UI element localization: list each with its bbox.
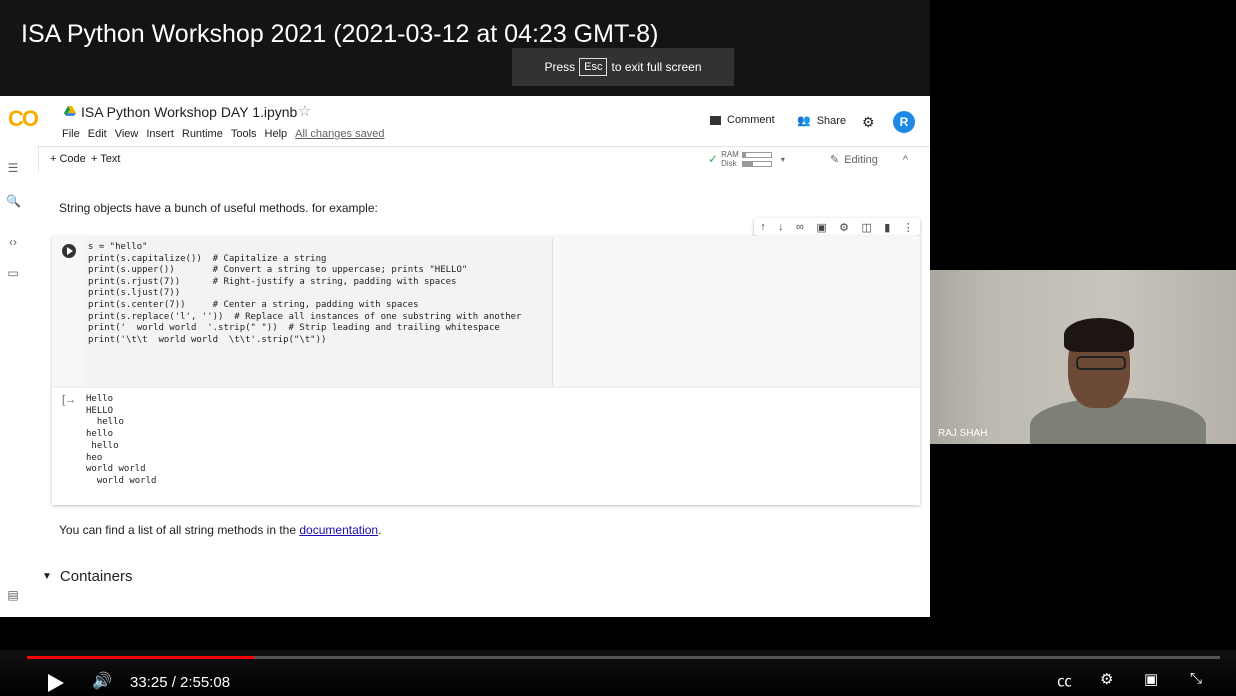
menu-file[interactable]: File <box>62 128 80 140</box>
section-collapse-icon[interactable]: ▼ <box>42 571 52 582</box>
doc-text-pre: You can find a list of all string method… <box>59 523 297 537</box>
speaker-glasses <box>1076 356 1126 370</box>
settings-gear-icon[interactable]: ⚙ <box>862 114 875 131</box>
delete-icon[interactable]: ▮ <box>884 221 890 234</box>
comment-cell-icon[interactable]: ▣ <box>816 221 826 234</box>
video-title: ISA Python Workshop 2021 (2021-03-12 at … <box>21 20 659 48</box>
dropdown-icon[interactable]: ▾ <box>781 155 785 164</box>
drive-icon <box>64 106 76 116</box>
cell-toolbar: ↑ ↓ ∞ ▣ ⚙ ◫ ▮ ⋮ <box>754 218 920 236</box>
play-icon[interactable] <box>48 674 64 692</box>
comment-icon <box>710 115 721 125</box>
add-text-button[interactable]: + Text <box>91 153 120 165</box>
people-icon: 👥 <box>797 115 811 127</box>
code-snippets-icon[interactable]: ‹› <box>6 235 20 249</box>
progress-fill <box>27 656 254 659</box>
avatar[interactable]: R <box>893 111 915 133</box>
volume-icon[interactable]: 🔊 <box>92 671 112 691</box>
editing-mode[interactable]: ✎ Editing ^ <box>830 153 908 167</box>
progress-bar[interactable] <box>27 656 1220 659</box>
ram-label: RAM <box>721 150 739 159</box>
menu-tools[interactable]: Tools <box>231 128 257 140</box>
fullscreen-tip: Press Esc to exit full screen <box>512 48 734 86</box>
output-text: Hello HELLO hello hello hello heo world … <box>86 394 157 486</box>
mirror-cell-icon[interactable]: ◫ <box>861 221 871 234</box>
cell-output: [→ Hello HELLO hello hello hello heo wor… <box>52 388 920 505</box>
colab-toolbar: + Code + Text ✓ RAM Disk ▾ ✎ Editing ^ <box>0 146 930 172</box>
disk-bar <box>741 160 772 167</box>
colab-window: CO ISA Python Workshop DAY 1.ipynb ☆ Fil… <box>0 96 930 617</box>
notebook-title[interactable]: ISA Python Workshop DAY 1.ipynb <box>81 104 297 120</box>
captions-icon[interactable]: ㏄ <box>1057 670 1072 691</box>
more-icon[interactable]: ⋮ <box>903 221 914 234</box>
files-icon[interactable]: ▭ <box>6 266 20 280</box>
check-icon: ✓ <box>708 152 719 166</box>
editing-label: Editing <box>844 153 878 166</box>
resources-indicator[interactable]: ✓ RAM Disk ▾ <box>708 150 785 168</box>
settings-icon[interactable]: ⚙ <box>1100 670 1113 688</box>
share-button[interactable]: 👥 Share <box>797 114 847 128</box>
fullscreen-tip-pre: Press <box>544 60 576 74</box>
terminal-icon[interactable]: ▤ <box>6 588 20 602</box>
toc-icon[interactable]: ☰ <box>6 161 20 175</box>
code-cell[interactable]: s = "hello" print(s.capitalize()) # Capi… <box>52 236 920 388</box>
menu-runtime[interactable]: Runtime <box>182 128 223 140</box>
left-sidebar: ☰ 🔍 ‹› ▭ ▤ <box>0 146 39 617</box>
speaker-name: RAJ SHAH <box>938 428 988 439</box>
miniplayer-icon[interactable]: ▣ <box>1144 670 1158 688</box>
menu-view[interactable]: View <box>115 128 139 140</box>
add-code-button[interactable]: + Code <box>50 153 86 165</box>
time-display: 33:25 / 2:55:08 <box>130 674 231 691</box>
documentation-link[interactable]: documentation <box>299 523 378 537</box>
intro-text: String objects have a bunch of useful me… <box>59 201 378 215</box>
comment-label: Comment <box>727 114 775 126</box>
output-clear-icon[interactable]: [→ <box>62 394 76 406</box>
speaker-body <box>1030 398 1206 444</box>
save-status[interactable]: All changes saved <box>295 128 384 140</box>
menu-edit[interactable]: Edit <box>88 128 107 140</box>
video-title-bar: ISA Python Workshop 2021 (2021-03-12 at … <box>0 0 930 96</box>
player-controls: 🔊 33:25 / 2:55:08 ㏄ ⚙ ▣ ⤡ <box>0 650 1236 696</box>
cell-settings-icon[interactable]: ⚙ <box>839 221 849 234</box>
link-icon[interactable]: ∞ <box>796 221 804 233</box>
menu-bar: File Edit View Insert Runtime Tools Help… <box>62 128 384 140</box>
collapse-icon[interactable]: ^ <box>903 154 908 166</box>
esc-key: Esc <box>579 58 608 76</box>
pencil-icon: ✎ <box>830 154 840 166</box>
search-icon[interactable]: 🔍 <box>6 194 21 208</box>
move-down-icon[interactable]: ↓ <box>778 221 784 233</box>
notebook-content: String objects have a bunch of useful me… <box>38 172 930 617</box>
speaker-hair <box>1064 318 1134 352</box>
section-heading: Containers <box>59 568 133 585</box>
video-player[interactable]: ISA Python Workshop 2021 (2021-03-12 at … <box>0 0 1236 696</box>
colab-header: CO ISA Python Workshop DAY 1.ipynb ☆ Fil… <box>0 96 930 147</box>
star-icon[interactable]: ☆ <box>298 102 311 120</box>
doc-text-post: . <box>378 523 382 537</box>
share-label: Share <box>816 114 847 127</box>
colab-logo[interactable]: CO <box>8 106 39 132</box>
section-containers[interactable]: ▼ Containers <box>42 568 132 585</box>
run-cell-icon[interactable] <box>62 244 76 258</box>
exit-fullscreen-icon[interactable]: ⤡ <box>1190 670 1202 687</box>
ram-bar <box>741 151 772 158</box>
comment-button[interactable]: Comment <box>710 114 775 126</box>
move-up-icon[interactable]: ↑ <box>760 221 766 233</box>
code-editor[interactable]: s = "hello" print(s.capitalize()) # Capi… <box>84 238 553 386</box>
webcam-feed: RAJ SHAH <box>930 270 1236 444</box>
disk-label: Disk <box>721 159 737 168</box>
documentation-text: You can find a list of all string method… <box>59 523 381 537</box>
menu-insert[interactable]: Insert <box>146 128 174 140</box>
code-text[interactable]: s = "hello" print(s.capitalize()) # Capi… <box>88 242 521 346</box>
fullscreen-tip-post: to exit full screen <box>611 60 702 74</box>
menu-help[interactable]: Help <box>265 128 288 140</box>
